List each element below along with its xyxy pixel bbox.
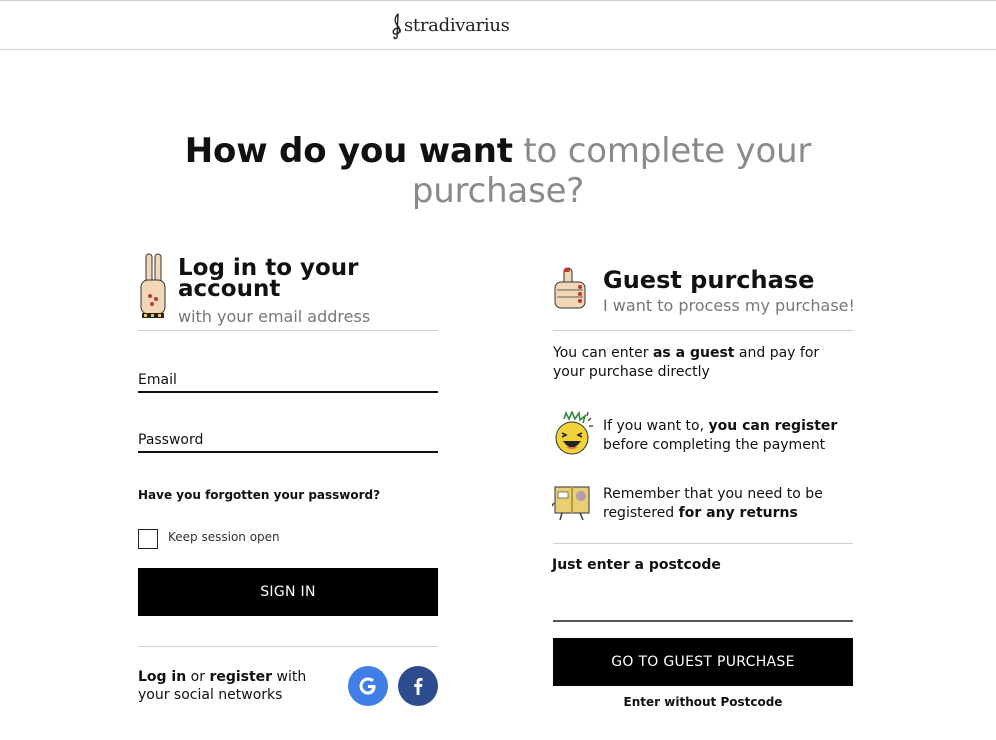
social-or-word: or [186,669,210,685]
register-b: you can register [708,418,838,434]
password-field[interactable] [138,451,438,453]
register-info-text: If you want to, you can register before … [603,417,853,455]
postcode-divider [553,543,853,544]
postcode-input[interactable] [553,590,853,622]
password-label: Password [138,432,204,448]
guest-title: Guest purchase [603,266,815,294]
keep-session-label: Keep session open [168,530,280,544]
login-title: Log in to your account [178,255,359,302]
headline-soft-line2: purchase? [411,171,585,211]
guest-divider [553,330,853,331]
stradivarius-logo[interactable]: stradivarius [391,12,510,40]
laughing-face-icon [555,411,593,455]
social-login-text: Log in or register with your social netw… [138,668,338,704]
package-box-icon [552,486,590,521]
social-register-word[interactable]: register [209,669,272,685]
logo-text: stradivarius [404,15,510,36]
facebook-login-button[interactable] [398,666,438,706]
social-divider [138,646,438,647]
postcode-label: Just enter a postcode [552,557,721,573]
facebook-icon [414,678,423,695]
google-icon [359,677,376,695]
returns-b: for any returns [678,505,798,521]
go-to-guest-purchase-button[interactable]: GO TO GUEST PURCHASE [553,638,853,686]
sign-in-button[interactable]: SIGN IN [138,568,438,616]
login-divider [138,330,438,331]
returns-info-text: Remember that you need to be registered … [603,485,853,523]
thumbs-up-hand-icon [554,267,586,309]
google-login-button[interactable] [348,666,388,706]
headline-soft-line1: to complete your [512,131,812,171]
forgot-password-link[interactable]: Have you forgotten your password? [138,488,380,502]
headline-strong: How do you want [184,131,513,171]
register-a: If you want to, [603,418,709,434]
top-bar: stradivarius [0,0,996,50]
guest-subtitle: I want to process my purchase! [603,296,855,315]
keep-session-checkbox[interactable] [138,529,158,549]
peace-sign-hand-icon [140,253,166,318]
social-login-word[interactable]: Log in [138,669,186,685]
guest-intro-b: as a guest [652,345,735,361]
enter-without-postcode-link[interactable]: Enter without Postcode [553,695,853,709]
email-field[interactable] [138,391,438,393]
guest-intro-text: You can enter as a guest and pay for you… [553,344,853,382]
email-label: Email [138,372,177,388]
login-subtitle: with your email address [178,307,371,326]
page-headline: How do you want to complete your purchas… [0,131,996,211]
register-c: before completing the payment [603,437,826,453]
treble-clef-icon [392,13,401,40]
guest-intro-a: You can enter [553,345,653,361]
